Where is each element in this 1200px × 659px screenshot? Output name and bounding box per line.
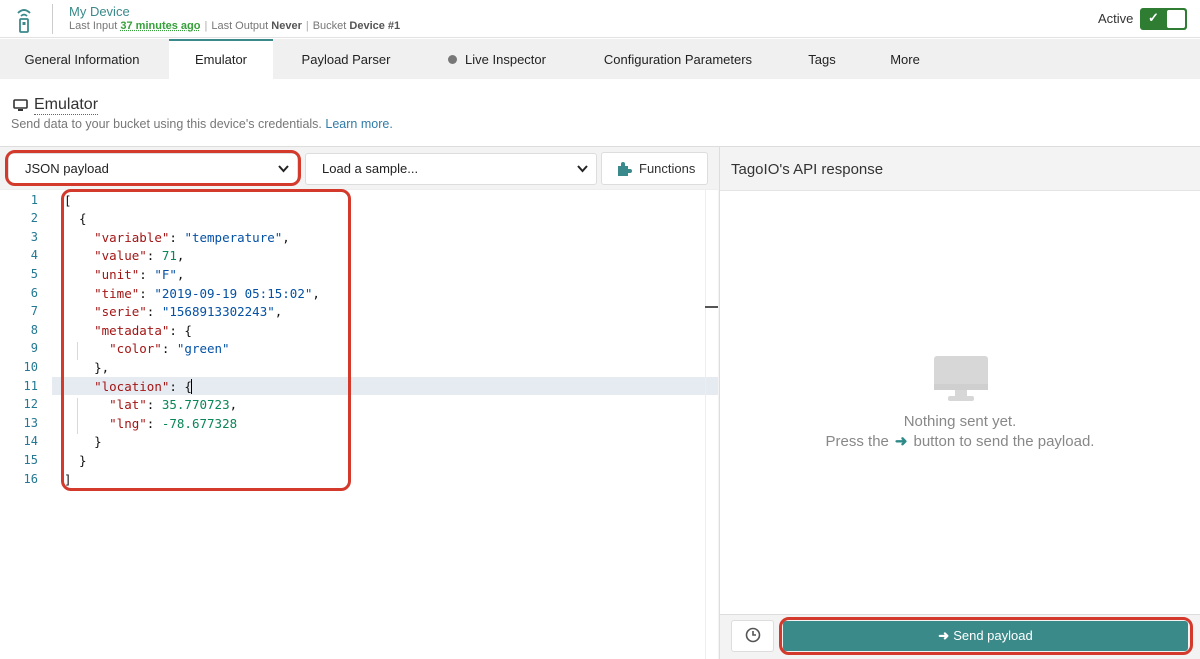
arrow-right-icon: ➜ (938, 628, 950, 643)
tab-emulator[interactable]: Emulator (169, 39, 273, 79)
empty-state-hint: Press the ➜ button to send the payload. (825, 433, 1095, 450)
status-dot-icon (448, 55, 458, 64)
device-meta: Last Input 37 minutes ago | Last Output Ne… (69, 20, 401, 32)
scrollbar-cursor-marker (705, 306, 718, 308)
tab-configuration-parameters[interactable]: Configuration Parameters (588, 39, 768, 79)
history-button[interactable] (731, 620, 774, 652)
device-header: My Device Last Input 37 minutes ago | Last… (0, 0, 1200, 38)
check-icon: ✓ (1148, 10, 1159, 25)
arrow-right-icon: ➜ (894, 433, 908, 450)
send-payload-button[interactable]: ➜ Send payload (783, 621, 1188, 651)
sample-select[interactable]: Load a sample... (305, 153, 597, 185)
code-line: }, (64, 360, 110, 375)
page-title: Emulator (34, 96, 99, 115)
code-line: } (64, 453, 87, 468)
code-line: "serie": "1568913302243", (94, 304, 283, 319)
code-line: "color": "green" (109, 341, 230, 356)
code-line: "time": "2019-09-19 05:15:02", (94, 286, 320, 301)
text-cursor (191, 379, 192, 394)
editor-scrollbar[interactable] (705, 190, 718, 659)
header-divider (52, 4, 53, 34)
page-description: Send data to your bucket using this devi… (11, 117, 393, 131)
functions-button[interactable]: Functions (601, 152, 708, 185)
code-line: } (64, 434, 102, 449)
tab-bar: General Information Emulator Payload Par… (0, 39, 1200, 79)
clock-icon (745, 627, 760, 643)
tab-live-inspector[interactable]: Live Inspector (433, 39, 561, 79)
bucket-value[interactable]: Device #1 (349, 20, 400, 32)
tab-tags[interactable]: Tags (792, 39, 852, 79)
empty-state-title: Nothing sent yet. (903, 413, 1017, 430)
last-output-value: Never (271, 20, 302, 32)
last-output-label: Last Output (211, 20, 269, 32)
code-line: "lng": -78.677328 (109, 416, 238, 431)
monitor-icon (13, 99, 28, 111)
device-name[interactable]: My Device (69, 4, 130, 19)
api-response-title: TagoIO's API response (731, 161, 884, 178)
code-line: "unit": "F", (94, 267, 185, 282)
puzzle-icon (618, 162, 632, 176)
code-line: "lat": 35.770723, (109, 397, 238, 412)
last-input-value: 37 minutes ago (120, 20, 201, 32)
monitor-icon (934, 356, 988, 401)
code-line: "location": { (94, 379, 192, 394)
code-line: ] (64, 472, 72, 487)
device-icon (17, 9, 31, 33)
code-line: "metadata": { (94, 323, 192, 338)
code-line: { (64, 211, 87, 226)
active-label: Active (1098, 11, 1134, 26)
tab-more[interactable]: More (875, 39, 935, 79)
code-editor[interactable]: 1 2 3 4 5 6 7 8 9 10 11 12 13 14 15 16 [… (0, 189, 718, 659)
bucket-label: Bucket (312, 20, 347, 32)
code-line: "variable": "temperature", (94, 230, 290, 245)
code-lines: [ { "variable": "temperature", "value": … (0, 190, 705, 659)
active-toggle[interactable]: ✓ (1140, 8, 1187, 30)
toggle-knob (1167, 10, 1185, 28)
tab-payload-parser[interactable]: Payload Parser (283, 39, 409, 79)
code-line: "value": 71, (94, 248, 185, 263)
tab-general-information[interactable]: General Information (0, 39, 164, 79)
learn-more-link[interactable]: Learn more. (325, 117, 392, 131)
code-line: [ (64, 193, 72, 208)
payload-type-select[interactable]: JSON payload (8, 153, 298, 185)
last-input-label: Last Input (69, 20, 118, 32)
